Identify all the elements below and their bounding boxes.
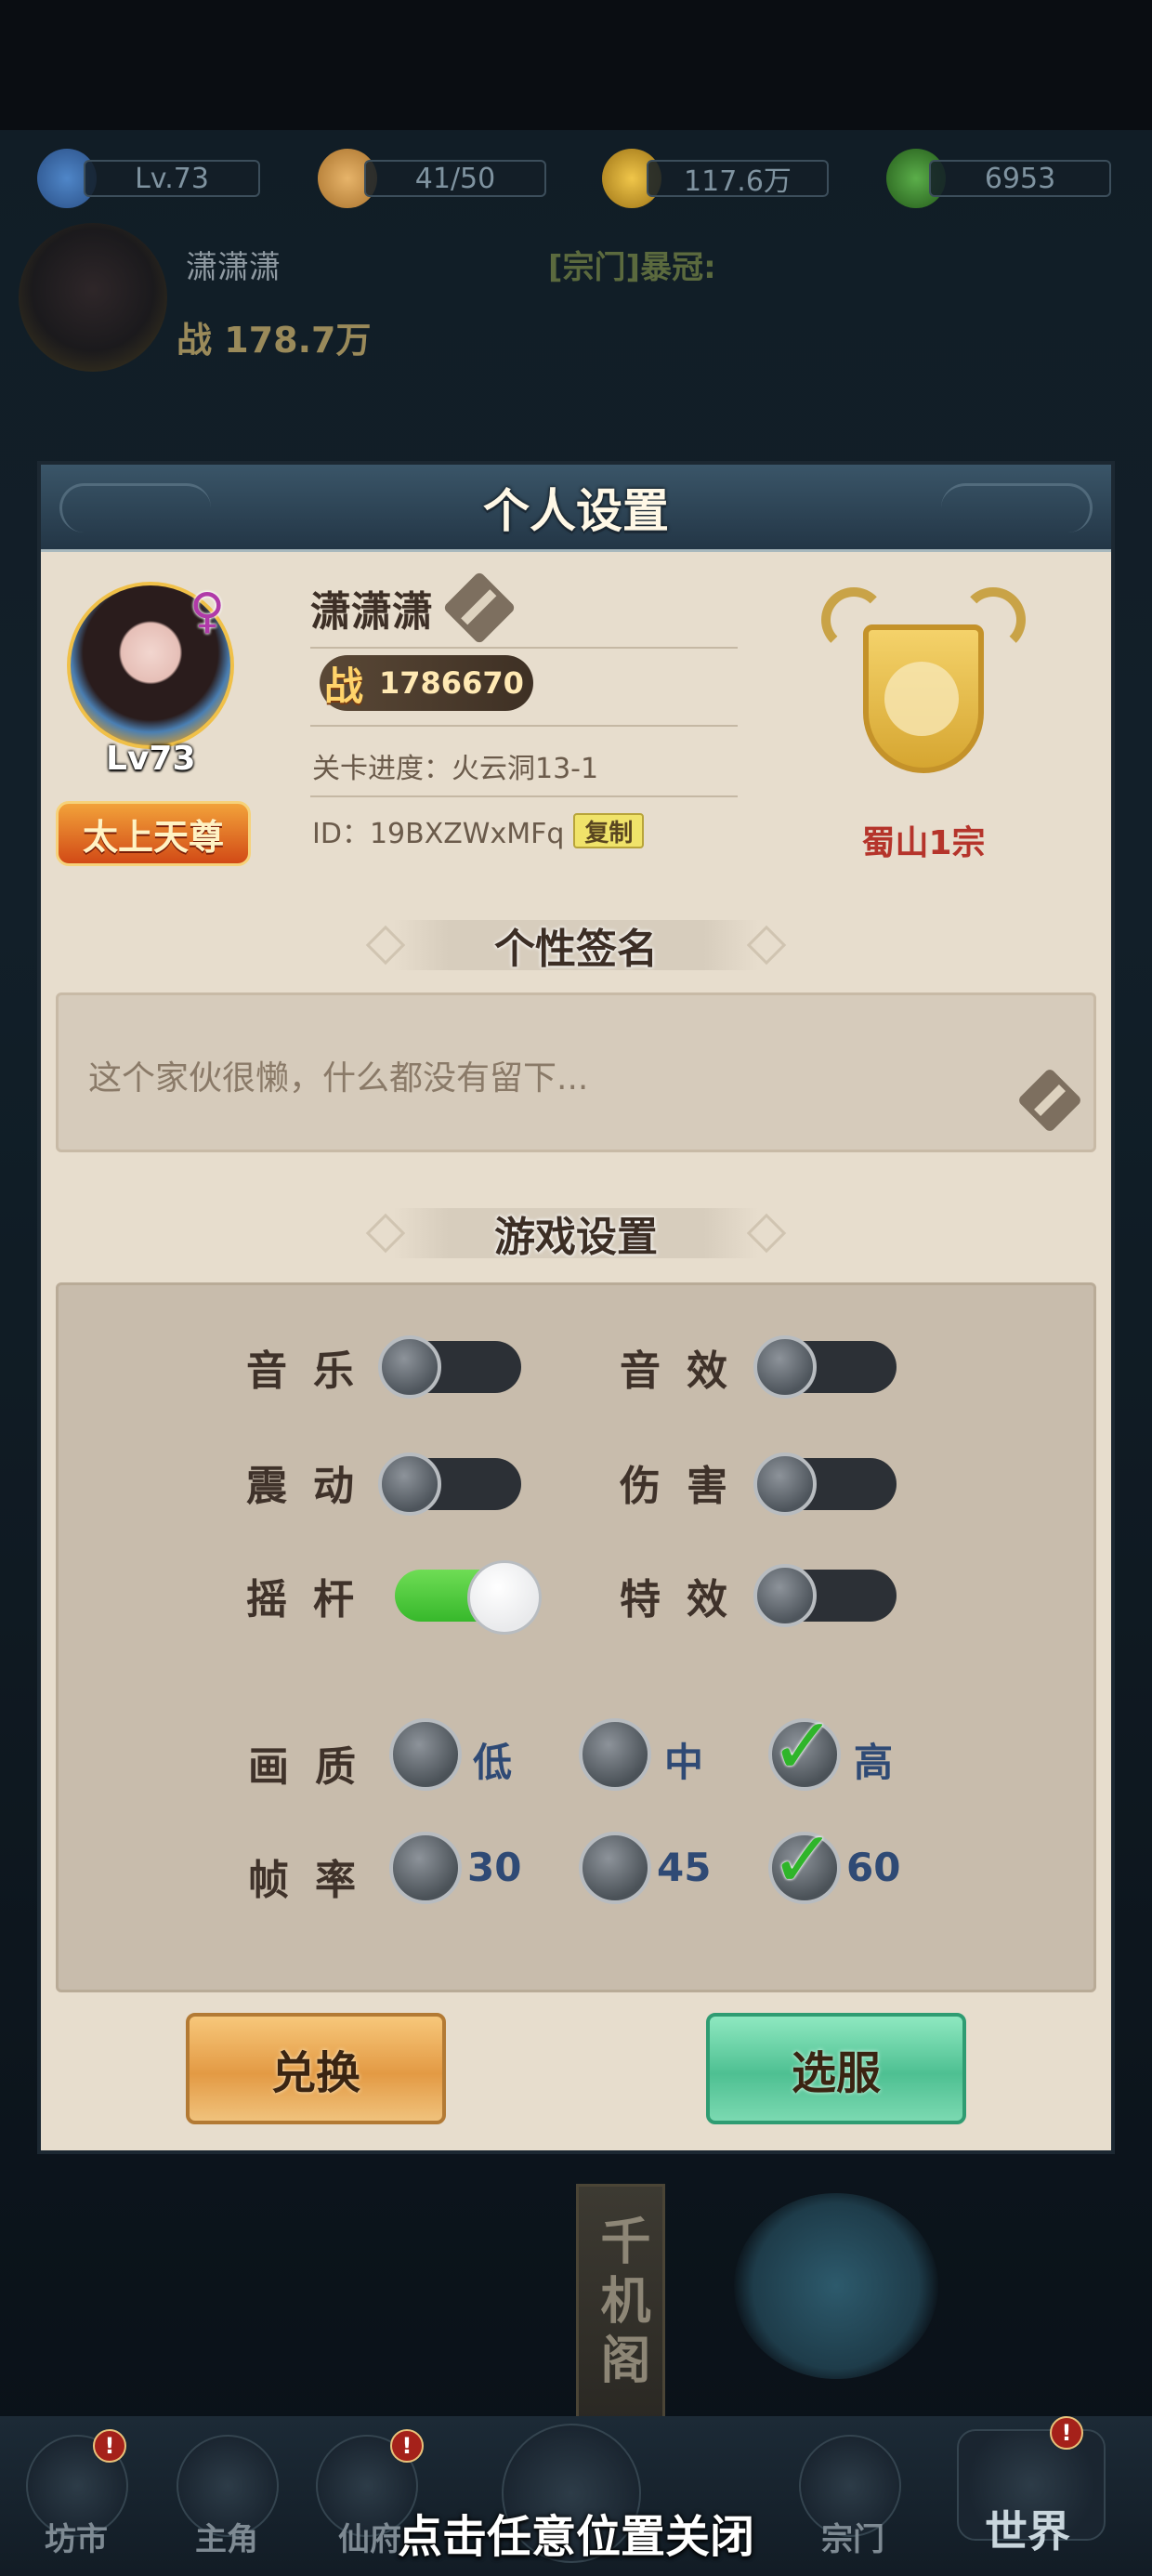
sect-emblem-icon[interactable]: [821, 587, 1026, 810]
hud-player-name: 潇潇潇: [186, 249, 281, 286]
id-row: ID：19BXZWxMFq 复制: [312, 810, 645, 851]
stage-progress: 关卡进度：火云洞13-1: [312, 753, 599, 785]
power-value: 1786670: [379, 665, 524, 701]
framerate-30-radio[interactable]: [389, 1832, 462, 1904]
toggle-knob: [378, 1452, 441, 1516]
framerate-60-radio[interactable]: ✓: [768, 1820, 841, 1904]
dialog-header: 个人设置: [41, 465, 1111, 552]
scroll-text: 千机阁: [592, 2215, 650, 2393]
quality-low-radio[interactable]: [389, 1718, 462, 1791]
quality-high-radio[interactable]: ✓: [768, 1707, 841, 1791]
divider: [310, 725, 738, 727]
quality-high-label: 高: [854, 1740, 894, 1785]
signature-heading: 个性签名: [365, 914, 787, 976]
select-server-button[interactable]: 选服: [706, 2013, 966, 2124]
player-header: 潇潇潇 战 178.7万 [宗门]暴冠:: [0, 223, 1152, 390]
special-effects-label: 特效: [620, 1576, 753, 1623]
toggle-knob: [753, 1335, 817, 1399]
qianji-scroll: 千机阁: [576, 2184, 665, 2425]
toggle-knob: [378, 1335, 441, 1399]
hud-avatar[interactable]: [19, 223, 167, 372]
framerate-45-label: 45: [657, 1845, 712, 1890]
exchange-button[interactable]: 兑换: [186, 2013, 446, 2124]
quality-label: 画质: [248, 1743, 382, 1791]
toggle-knob: [467, 1560, 542, 1635]
female-gender-icon: ♀: [190, 584, 226, 639]
coins-pill[interactable]: 117.6万: [647, 160, 829, 198]
sect-name: 蜀山1宗: [861, 824, 986, 862]
profile-level: Lv73: [106, 740, 196, 778]
game-settings-heading: 游戏设置: [365, 1203, 787, 1264]
joystick-label: 摇杆: [246, 1576, 380, 1623]
signature-text: 这个家伙很懒，什么都没有留下...: [88, 1059, 589, 1097]
divider: [310, 647, 738, 649]
power-label: 战: [323, 663, 363, 709]
checkmark-icon: ✓: [770, 1814, 836, 1905]
emblem-axe-mark: [884, 662, 959, 736]
toggle-knob: [753, 1452, 817, 1516]
vibration-label: 震动: [246, 1463, 380, 1510]
personal-settings-dialog: 个人设置 ♀ Lv73 太上天尊 潇潇潇 战 1786670 关卡进度：火云洞1…: [41, 465, 1111, 2150]
sound-effects-toggle[interactable]: [753, 1335, 897, 1399]
sect-broadcast: [宗门]暴冠:: [548, 249, 716, 286]
quality-mid-radio[interactable]: [579, 1718, 651, 1791]
mansion-notification-icon: !: [390, 2429, 424, 2463]
divider: [310, 795, 738, 797]
framerate-30-label: 30: [467, 1845, 522, 1890]
music-toggle[interactable]: [378, 1335, 521, 1399]
edit-signature-icon[interactable]: [1016, 1067, 1083, 1134]
quality-low-label: 低: [473, 1740, 513, 1785]
power-pill: 战 1786670: [320, 655, 533, 711]
checkmark-icon: ✓: [770, 1701, 836, 1792]
stamina-pill[interactable]: 41/50: [364, 160, 546, 197]
market-notification-icon: !: [93, 2429, 126, 2463]
toggle-knob: [753, 1564, 817, 1627]
game-settings-heading-text: 游戏设置: [494, 1214, 658, 1261]
music-label: 音乐: [246, 1347, 380, 1395]
resource-bar: Lv.73 41/50 117.6万 6953: [0, 149, 1152, 208]
dialog-title: 个人设置: [483, 483, 669, 538]
name-row: 潇潇潇: [310, 571, 517, 645]
framerate-45-radio[interactable]: [579, 1832, 651, 1904]
signature-box[interactable]: 这个家伙很懒，什么都没有留下...: [56, 992, 1096, 1152]
damage-label: 伤害: [620, 1463, 753, 1510]
hud-power-label: 战: [177, 320, 213, 361]
vibration-toggle[interactable]: [378, 1452, 521, 1516]
copy-id-button[interactable]: 复制: [573, 813, 645, 848]
rank-badge: 太上天尊: [56, 801, 251, 866]
edit-name-icon[interactable]: [442, 571, 517, 645]
signature-heading-text: 个性签名: [494, 926, 658, 973]
framerate-label: 帧率: [248, 1857, 382, 1904]
world-notification-icon: !: [1050, 2416, 1083, 2450]
profile-name: 潇潇潇: [310, 588, 433, 636]
damage-toggle[interactable]: [753, 1452, 897, 1516]
hud-power: 战 178.7万: [177, 311, 371, 362]
jade-pill[interactable]: 6953: [929, 160, 1111, 197]
close-hint[interactable]: 点击任意位置关闭: [0, 2500, 1152, 2565]
level-value: Lv.73: [135, 162, 209, 195]
level-pill: Lv.73: [84, 160, 260, 197]
helmet-building-icon: [734, 2193, 938, 2379]
quality-mid-label: 中: [664, 1740, 704, 1785]
hud-power-value: 178.7万: [224, 320, 372, 361]
joystick-toggle[interactable]: [395, 1560, 542, 1635]
player-id: ID：19BXZWxMFq: [312, 818, 565, 850]
framerate-60-label: 60: [846, 1845, 901, 1890]
settings-panel: 音乐 音效 震动 伤害 摇杆 特效 画质 低 中 ✓ 高 帧率 30 45 ✓ …: [56, 1282, 1096, 1992]
jade-value: 6953: [984, 162, 1056, 195]
sound-effects-label: 音效: [620, 1347, 753, 1395]
coins-value: 117.6万: [684, 165, 792, 198]
special-effects-toggle[interactable]: [753, 1564, 897, 1627]
stamina-value: 41/50: [414, 162, 496, 195]
